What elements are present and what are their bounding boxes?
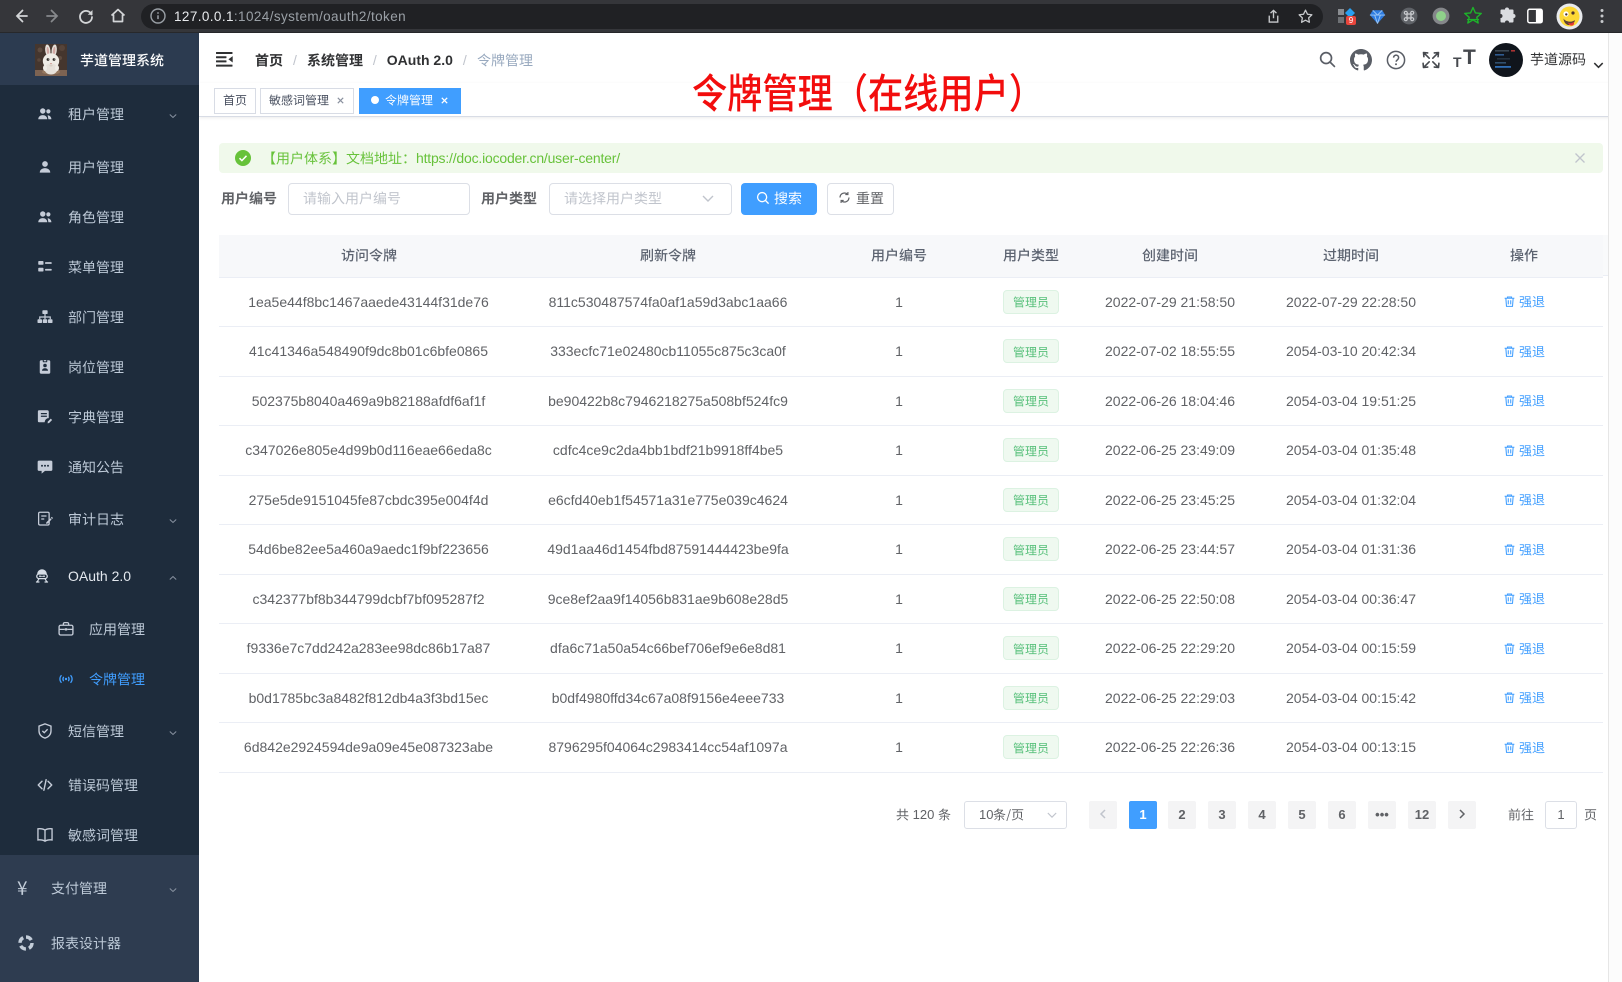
- svg-text:9: 9: [1349, 16, 1354, 25]
